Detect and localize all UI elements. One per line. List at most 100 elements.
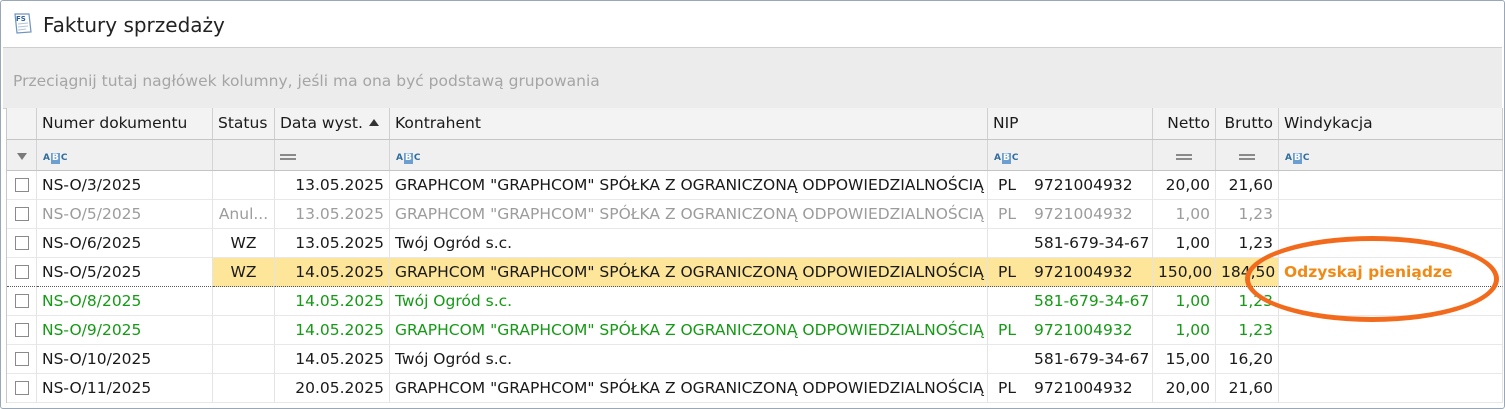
row-checkbox-cell xyxy=(7,374,37,403)
row-checkbox-cell xyxy=(7,287,37,316)
cell-nip: PL 9721004932 xyxy=(988,374,1153,403)
column-header-select[interactable] xyxy=(7,108,37,139)
nip-value: 9721004932 xyxy=(1034,379,1133,397)
column-header-net[interactable]: Netto xyxy=(1153,108,1216,139)
cell-number: NS-O/8/2025 xyxy=(37,287,213,316)
group-by-panel[interactable]: Przeciągnij tutaj nagłówek kolumny, jeśl… xyxy=(3,47,1502,109)
cell-collection xyxy=(1279,374,1503,403)
nip-prefix: PL xyxy=(998,176,1016,194)
column-header-gross[interactable]: Brutto xyxy=(1216,108,1279,139)
cell-status xyxy=(213,374,275,403)
filter-cell-date[interactable] xyxy=(275,140,390,170)
column-header-status[interactable]: Status xyxy=(213,108,275,139)
nip-prefix: PL xyxy=(998,379,1016,397)
recover-money-link[interactable]: Odzyskaj pieniądze xyxy=(1284,263,1452,281)
table-row[interactable]: NS-O/9/2025 14.05.2025 GRAPHCOM "GRAPHCO… xyxy=(7,316,1503,345)
row-checkbox-cell xyxy=(7,171,37,200)
cell-nip: PL 9721004932 xyxy=(988,316,1153,345)
cell-status: WZ xyxy=(213,229,275,258)
cell-net: 150,00 xyxy=(1153,258,1216,287)
filter-cell-collection[interactable]: ABC xyxy=(1279,140,1503,170)
cell-contractor: GRAPHCOM "GRAPHCOM" SPÓŁKA Z OGRANICZONĄ… xyxy=(390,200,988,229)
cell-collection xyxy=(1279,229,1503,258)
equals-filter-icon xyxy=(1239,154,1255,160)
cell-status xyxy=(213,345,275,374)
table-row[interactable]: NS-O/6/2025 WZ 13.05.2025 Twój Ogród s.c… xyxy=(7,229,1503,258)
cell-date: 14.05.2025 xyxy=(275,316,390,345)
filter-cell-number[interactable]: ABC xyxy=(37,140,213,170)
filter-cell-contractor[interactable]: ABC xyxy=(390,140,988,170)
column-header-collection[interactable]: Windykacja xyxy=(1279,108,1503,139)
cell-collection xyxy=(1279,345,1503,374)
cell-contractor: Twój Ogród s.c. xyxy=(390,287,988,316)
column-header-row: Numer dokumentu Status Data wyst. Kontra… xyxy=(7,108,1503,140)
table-row[interactable]: NS-O/5/2025 Anul... 13.05.2025 GRAPHCOM … xyxy=(7,200,1503,229)
column-header-date-label: Data wyst. xyxy=(280,114,363,132)
cell-net: 1,00 xyxy=(1153,287,1216,316)
cell-net: 1,00 xyxy=(1153,200,1216,229)
text-filter-icon: ABC xyxy=(994,153,1019,164)
cell-gross: 184,50 xyxy=(1216,258,1279,287)
invoice-grid: Numer dokumentu Status Data wyst. Kontra… xyxy=(6,108,1503,403)
row-checkbox[interactable] xyxy=(14,294,29,308)
cell-gross: 21,60 xyxy=(1216,374,1279,403)
cell-nip: 581-679-34-67 xyxy=(988,287,1153,316)
table-row[interactable]: NS-O/3/2025 13.05.2025 GRAPHCOM "GRAPHCO… xyxy=(7,171,1503,200)
cell-gross: 1,23 xyxy=(1216,316,1279,345)
filter-funnel-icon xyxy=(16,153,27,160)
cell-gross: 1,23 xyxy=(1216,229,1279,258)
row-checkbox[interactable] xyxy=(14,236,29,250)
table-row[interactable]: NS-O/8/2025 14.05.2025 Twój Ogród s.c. 5… xyxy=(7,287,1503,316)
column-header-contractor[interactable]: Kontrahent xyxy=(390,108,988,139)
cell-collection xyxy=(1279,287,1503,316)
cell-nip: 581-679-34-67 xyxy=(988,229,1153,258)
cell-number: NS-O/3/2025 xyxy=(37,171,213,200)
sales-invoice-icon: FS xyxy=(14,13,32,34)
nip-value: 581-679-34-67 xyxy=(1034,292,1150,310)
column-header-date[interactable]: Data wyst. xyxy=(275,108,390,139)
cell-collection xyxy=(1279,316,1503,345)
cell-net: 15,00 xyxy=(1153,345,1216,374)
cell-contractor: GRAPHCOM "GRAPHCOM" SPÓŁKA Z OGRANICZONĄ… xyxy=(390,171,988,200)
column-header-nip[interactable]: NIP xyxy=(988,108,1153,139)
column-header-number[interactable]: Numer dokumentu xyxy=(37,108,213,139)
cell-number: NS-O/6/2025 xyxy=(37,229,213,258)
nip-prefix: PL xyxy=(998,263,1016,281)
cell-nip: 581-679-34-67 xyxy=(988,345,1153,374)
filter-cell-gross[interactable] xyxy=(1216,140,1279,170)
table-row[interactable]: NS-O/10/2025 14.05.2025 Twój Ogród s.c. … xyxy=(7,345,1503,374)
table-row-selected[interactable]: NS-O/5/2025 WZ 14.05.2025 GRAPHCOM "GRAP… xyxy=(7,258,1503,287)
filter-cell-status[interactable] xyxy=(213,140,275,170)
cell-collection xyxy=(1279,171,1503,200)
row-checkbox[interactable] xyxy=(14,207,29,221)
cell-collection: Odzyskaj pieniądze xyxy=(1279,258,1503,287)
nip-value: 9721004932 xyxy=(1034,321,1133,339)
window-title: Faktury sprzedaży xyxy=(43,13,225,37)
cell-net: 1,00 xyxy=(1153,229,1216,258)
row-checkbox[interactable] xyxy=(14,265,29,279)
cell-contractor: GRAPHCOM "GRAPHCOM" SPÓŁKA Z OGRANICZONĄ… xyxy=(390,316,988,345)
nip-value: 581-679-34-67 xyxy=(1034,350,1150,368)
nip-value: 9721004932 xyxy=(1034,176,1133,194)
row-checkbox[interactable] xyxy=(14,323,29,337)
cell-date: 14.05.2025 xyxy=(275,258,390,287)
row-checkbox[interactable] xyxy=(14,352,29,366)
cell-contractor: GRAPHCOM "GRAPHCOM" SPÓŁKA Z OGRANICZONĄ… xyxy=(390,258,988,287)
row-checkbox-cell xyxy=(7,345,37,374)
table-row[interactable]: NS-O/11/2025 20.05.2025 GRAPHCOM "GRAPHC… xyxy=(7,374,1503,403)
nip-value: 581-679-34-67 xyxy=(1034,234,1150,252)
filter-cell-select[interactable] xyxy=(7,140,37,170)
filter-cell-net[interactable] xyxy=(1153,140,1216,170)
filter-cell-nip[interactable]: ABC xyxy=(988,140,1153,170)
cell-collection xyxy=(1279,200,1503,229)
cell-contractor: GRAPHCOM "GRAPHCOM" SPÓŁKA Z OGRANICZONĄ… xyxy=(390,374,988,403)
cell-contractor: Twój Ogród s.c. xyxy=(390,345,988,374)
cell-gross: 21,60 xyxy=(1216,171,1279,200)
cell-date: 13.05.2025 xyxy=(275,229,390,258)
text-filter-icon: ABC xyxy=(43,153,68,164)
cell-number: NS-O/11/2025 xyxy=(37,374,213,403)
invoices-window: FS Faktury sprzedaży Przeciągnij tutaj n… xyxy=(0,0,1505,409)
cell-status xyxy=(213,316,275,345)
row-checkbox[interactable] xyxy=(14,178,29,192)
row-checkbox[interactable] xyxy=(14,381,29,395)
